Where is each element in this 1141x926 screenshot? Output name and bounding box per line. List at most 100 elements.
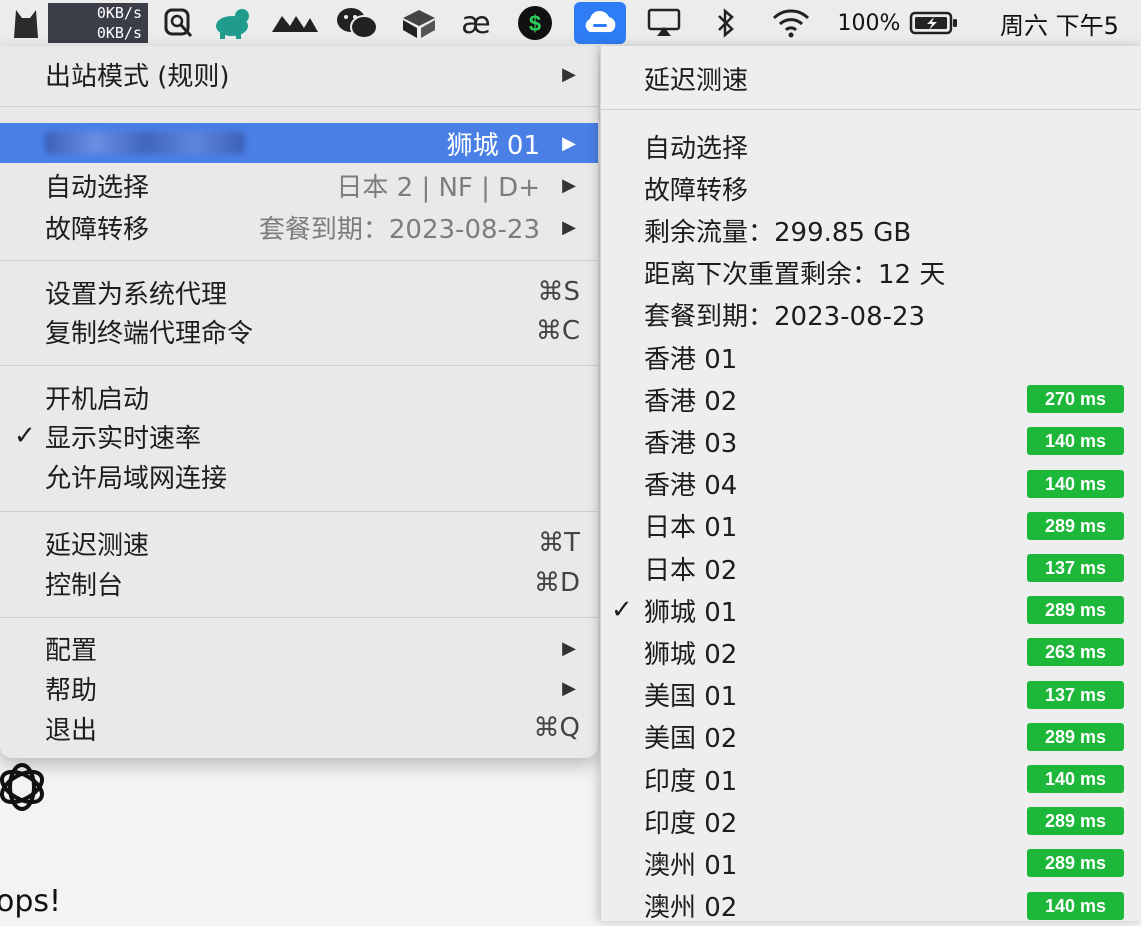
node-name: 印度 02	[644, 808, 738, 839]
checkmark-icon: ✓	[14, 421, 36, 451]
proxy-node-item[interactable]: 狮城 02 263 ms	[601, 632, 1141, 672]
submenu-info-item[interactable]: 故障转移	[601, 168, 1141, 208]
submenu-arrow-icon: ▶	[562, 174, 576, 196]
node-name: 印度 01	[644, 766, 738, 797]
set-system-proxy-label: 设置为系统代理	[45, 279, 228, 310]
battery-percentage[interactable]: 100%	[834, 0, 904, 46]
allow-lan-label: 允许局域网连接	[45, 463, 228, 494]
clock[interactable]: 周六 下午5	[1000, 0, 1141, 46]
openai-logo-icon	[0, 752, 52, 826]
submenu-info-item[interactable]: 自动选择	[601, 126, 1141, 166]
node-name: 香港 02	[644, 386, 738, 417]
info-label: 距离下次重置剩余：12 天	[644, 260, 946, 291]
network-speed-indicator[interactable]: 0KB/s 0KB/s	[48, 3, 148, 43]
submenu-info-item[interactable]: 距离下次重置剩余：12 天	[601, 253, 1141, 293]
proxy-node-item[interactable]: 日本 02 137 ms	[601, 548, 1141, 588]
menu-item-help[interactable]: 帮助 ▶	[0, 668, 598, 708]
checkmark-icon: ✓	[611, 595, 633, 626]
menu-bar: 0KB/s 0KB/s æ $ 100% 周六 下午5	[0, 0, 1141, 47]
background-text: ops!	[0, 884, 62, 919]
proxy-node-item[interactable]: 香港 03 140 ms	[601, 421, 1141, 461]
proxy-menu: 出站模式 (规则) ▶ 狮城 01 ▶ 自动选择 日本 2 | NF | D+ …	[0, 46, 598, 758]
proxy-node-item[interactable]: 美国 02 289 ms	[601, 717, 1141, 757]
wechat-icon[interactable]	[332, 0, 382, 46]
proxy-node-item[interactable]: 香港 04 140 ms	[601, 464, 1141, 504]
proxy-node-item[interactable]: 香港 01	[601, 337, 1141, 377]
node-name: 澳州 02	[644, 893, 738, 924]
separator	[601, 109, 1141, 110]
menu-item-copy-terminal-command[interactable]: 复制终端代理命令 ⌘C	[0, 311, 598, 351]
latency-badge: 289 ms	[1027, 596, 1124, 625]
proxy-node-item[interactable]: 日本 01 289 ms	[601, 506, 1141, 546]
node-name: 美国 02	[644, 724, 738, 755]
proxy-node-item[interactable]: 澳州 01 289 ms	[601, 843, 1141, 883]
box-icon[interactable]	[396, 0, 442, 46]
menu-item-config[interactable]: 配置 ▶	[0, 628, 598, 668]
menu-item-allow-lan[interactable]: 允许局域网连接	[0, 456, 598, 496]
wifi-icon[interactable]	[766, 0, 816, 46]
app-icon[interactable]	[4, 0, 48, 46]
menu-item-auto-select[interactable]: 自动选择 日本 2 | NF | D+ ▶	[0, 165, 598, 205]
menu-item-failover[interactable]: 故障转移 套餐到期：2023-08-23 ▶	[0, 207, 598, 247]
separator	[0, 365, 598, 366]
help-label: 帮助	[45, 675, 98, 706]
latency-badge: 140 ms	[1027, 891, 1124, 920]
ae-icon[interactable]: æ	[452, 0, 500, 46]
cloud-icon[interactable]	[574, 0, 626, 46]
node-name: 澳州 01	[644, 850, 738, 881]
menu-item-launch-at-login[interactable]: 开机启动	[0, 377, 598, 417]
show-speed-label: 显示实时速率	[45, 423, 202, 454]
outbound-mode-label: 出站模式 (规则)	[45, 61, 230, 92]
search-icon[interactable]	[160, 0, 198, 46]
latency-badge: 270 ms	[1027, 385, 1124, 414]
submenu-arrow-icon: ▶	[562, 637, 576, 659]
quit-label: 退出	[45, 715, 98, 746]
node-name: 香港 03	[644, 428, 738, 459]
battery-icon[interactable]	[906, 0, 962, 46]
proxy-node-item[interactable]: 澳州 02 140 ms	[601, 886, 1141, 926]
node-name: 香港 04	[644, 471, 738, 502]
latency-badge: 289 ms	[1027, 722, 1124, 751]
clock-text: 周六 下午5	[1000, 11, 1119, 40]
console-label: 控制台	[45, 570, 124, 601]
latency-badge: 137 ms	[1027, 554, 1124, 582]
latency-badge: 289 ms	[1027, 807, 1124, 836]
proxy-node-item[interactable]: 美国 01 137 ms	[601, 675, 1141, 715]
submenu-arrow-icon: ▶	[562, 216, 576, 238]
airplay-icon[interactable]	[640, 0, 688, 46]
node-name: 日本 02	[644, 555, 738, 586]
submenu-info-item[interactable]: 剩余流量：299.85 GB	[601, 210, 1141, 250]
svg-text:$: $	[529, 11, 541, 36]
menu-item-set-system-proxy[interactable]: 设置为系统代理 ⌘S	[0, 272, 598, 312]
info-label: 套餐到期：2023-08-23	[644, 302, 926, 333]
submenu-info-item[interactable]: 套餐到期：2023-08-23	[601, 295, 1141, 335]
separator	[0, 260, 598, 261]
latency-badge: 289 ms	[1027, 849, 1124, 878]
dollar-icon[interactable]: $	[512, 0, 558, 46]
separator	[0, 106, 598, 107]
proxy-node-item[interactable]: 印度 02 289 ms	[601, 801, 1141, 841]
auto-select-label: 自动选择	[45, 172, 150, 203]
proxy-node-item[interactable]: ✓ 狮城 01 289 ms	[601, 590, 1141, 630]
latency-test-label: 延迟测速	[45, 530, 150, 561]
latency-badge: 140 ms	[1027, 427, 1124, 456]
menu-item-quit[interactable]: 退出 ⌘Q	[0, 708, 598, 748]
proxy-group-selected: 狮城 01	[446, 130, 540, 161]
battery-text: 100%	[837, 10, 901, 36]
menu-item-console[interactable]: 控制台 ⌘D	[0, 563, 598, 603]
latency-badge: 289 ms	[1027, 511, 1124, 540]
shortcut: ⌘Q	[533, 713, 580, 743]
proxy-node-item[interactable]: 印度 01 140 ms	[601, 759, 1141, 799]
fox-icon[interactable]	[268, 0, 322, 46]
menu-item-proxy-group[interactable]: 狮城 01 ▶	[0, 123, 598, 163]
shortcut: ⌘T	[538, 528, 580, 558]
submenu-item-latency-test[interactable]: 延迟测速	[601, 58, 1141, 98]
dog-icon[interactable]	[208, 0, 256, 46]
menu-item-outbound-mode[interactable]: 出站模式 (规则) ▶	[0, 54, 598, 94]
menu-item-show-speed[interactable]: ✓ 显示实时速率	[0, 416, 598, 456]
menu-item-latency-test[interactable]: 延迟测速 ⌘T	[0, 523, 598, 563]
separator	[0, 617, 598, 618]
shortcut: ⌘S	[537, 277, 580, 307]
proxy-node-item[interactable]: 香港 02 270 ms	[601, 379, 1141, 419]
bluetooth-icon[interactable]	[706, 0, 746, 46]
